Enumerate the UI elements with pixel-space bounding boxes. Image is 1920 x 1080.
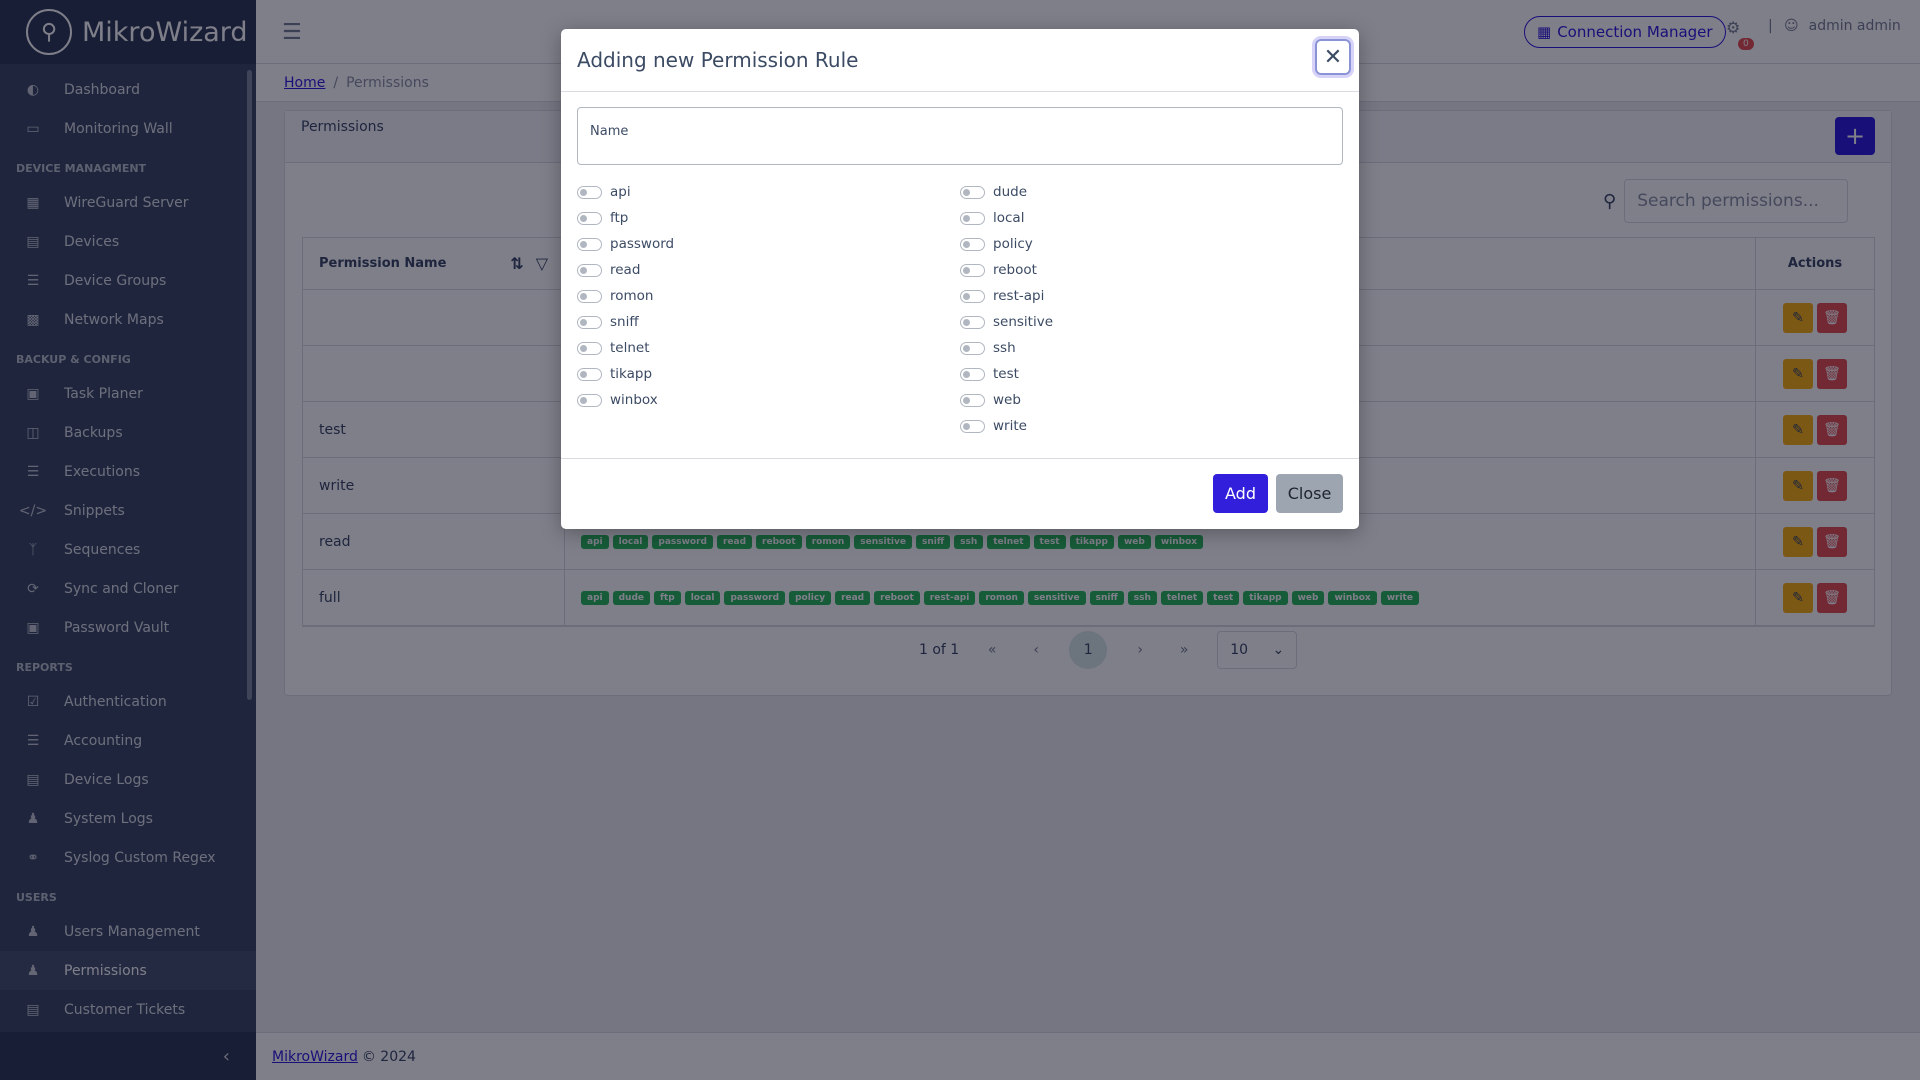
toggle-label: local (993, 210, 1025, 226)
toggle-switch[interactable] (577, 315, 602, 329)
name-input-label: Name (590, 124, 629, 139)
toggle-label: api (610, 184, 631, 200)
modal-close-button[interactable]: ✕ (1315, 39, 1351, 75)
permission-toggle-read[interactable]: read (577, 257, 960, 283)
toggle-switch[interactable] (960, 211, 985, 225)
permission-toggle-policy[interactable]: policy (960, 231, 1343, 257)
permission-toggle-web[interactable]: web (960, 387, 1343, 413)
toggle-switch[interactable] (577, 341, 602, 355)
toggle-switch[interactable] (577, 393, 602, 407)
add-permission-modal: Adding new Permission Rule ✕ Name api ftp… (561, 29, 1359, 529)
toggle-label: sensitive (993, 314, 1054, 330)
permission-toggle-winbox[interactable]: winbox (577, 387, 960, 413)
permission-toggle-reboot[interactable]: reboot (960, 257, 1343, 283)
modal-footer: Add Close (561, 458, 1359, 529)
permission-toggle-test[interactable]: test (960, 361, 1343, 387)
permission-toggle-romon[interactable]: romon (577, 283, 960, 309)
toggle-switch[interactable] (960, 237, 985, 251)
permission-toggle-api[interactable]: api (577, 179, 960, 205)
toggle-label: policy (993, 236, 1033, 252)
permission-options-left: api ftp password read romon sniff telnet tikapp… (577, 179, 960, 439)
toggle-label: reboot (993, 262, 1037, 278)
close-button[interactable]: Close (1276, 474, 1343, 513)
toggle-switch[interactable] (577, 367, 602, 381)
toggle-switch[interactable] (960, 367, 985, 381)
permission-toggle-dude[interactable]: dude (960, 179, 1343, 205)
toggle-label: web (993, 392, 1021, 408)
add-button[interactable]: Add (1213, 474, 1268, 513)
toggle-switch[interactable] (960, 341, 985, 355)
permission-options-right: dude local policy reboot rest-api sensitive ss… (960, 179, 1343, 439)
modal-header: Adding new Permission Rule (561, 29, 1359, 92)
toggle-switch[interactable] (960, 263, 985, 277)
permission-toggle-sniff[interactable]: sniff (577, 309, 960, 335)
toggle-label: ftp (610, 210, 629, 226)
toggle-switch[interactable] (577, 263, 602, 277)
permission-toggle-local[interactable]: local (960, 205, 1343, 231)
toggle-label: winbox (610, 392, 658, 408)
close-icon: ✕ (1323, 44, 1343, 70)
toggle-switch[interactable] (577, 289, 602, 303)
permission-toggle-ftp[interactable]: ftp (577, 205, 960, 231)
permission-toggle-ssh[interactable]: ssh (960, 335, 1343, 361)
permission-toggle-rest-api[interactable]: rest-api (960, 283, 1343, 309)
permission-toggle-password[interactable]: password (577, 231, 960, 257)
permission-options: api ftp password read romon sniff telnet tikapp… (577, 179, 1343, 439)
toggle-label: sniff (610, 314, 639, 330)
toggle-label: rest-api (993, 288, 1045, 304)
toggle-label: password (610, 236, 675, 252)
modal-title: Adding new Permission Rule (577, 48, 859, 72)
name-input[interactable]: Name (577, 107, 1343, 165)
permission-toggle-tikapp[interactable]: tikapp (577, 361, 960, 387)
toggle-label: read (610, 262, 641, 278)
permission-toggle-write[interactable]: write (960, 413, 1343, 439)
toggle-label: romon (610, 288, 654, 304)
toggle-switch[interactable] (960, 289, 985, 303)
toggle-label: tikapp (610, 366, 653, 382)
toggle-label: telnet (610, 340, 650, 356)
permission-toggle-sensitive[interactable]: sensitive (960, 309, 1343, 335)
toggle-label: ssh (993, 340, 1016, 356)
toggle-switch[interactable] (960, 393, 985, 407)
toggle-label: write (993, 418, 1027, 434)
toggle-switch[interactable] (577, 185, 602, 199)
toggle-label: test (993, 366, 1019, 382)
toggle-switch[interactable] (960, 315, 985, 329)
toggle-switch[interactable] (577, 211, 602, 225)
toggle-switch[interactable] (577, 237, 602, 251)
toggle-switch[interactable] (960, 185, 985, 199)
permission-toggle-telnet[interactable]: telnet (577, 335, 960, 361)
toggle-switch[interactable] (960, 419, 985, 433)
toggle-label: dude (993, 184, 1028, 200)
